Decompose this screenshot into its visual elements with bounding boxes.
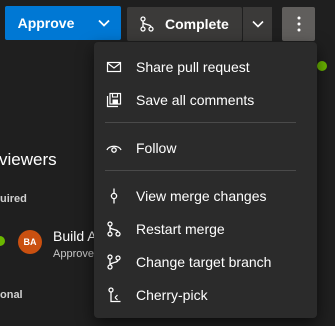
- branch-icon: [106, 220, 122, 237]
- approved-status-dot: [0, 236, 5, 246]
- eye-icon: [106, 140, 122, 156]
- menu-item-label: Cherry-pick: [136, 286, 208, 303]
- pull-request-icon: [140, 16, 154, 32]
- complete-button[interactable]: Complete: [127, 7, 242, 41]
- menu-item-label: View merge changes: [136, 187, 267, 204]
- menu-divider: [105, 170, 296, 171]
- required-label: uired: [0, 193, 27, 205]
- save-all-icon: [106, 92, 122, 108]
- complete-dropdown-button[interactable]: [242, 7, 272, 41]
- avatar: BA: [18, 230, 42, 254]
- menu-item-label: Restart merge: [136, 220, 225, 237]
- menu-item-label: Change target branch: [136, 253, 272, 270]
- chevron-down-icon: [98, 19, 110, 27]
- menu-item-follow[interactable]: Follow: [94, 131, 317, 164]
- menu-item-label: Follow: [136, 139, 177, 156]
- status-dot: [317, 61, 327, 71]
- menu-item-restart-merge[interactable]: Restart merge: [94, 212, 317, 245]
- menu-item-change-target-branch[interactable]: Change target branch: [94, 245, 317, 278]
- more-actions-button[interactable]: [282, 7, 315, 41]
- optional-label: onal: [0, 289, 23, 301]
- more-actions-menu: Share pull request Save all comments Fol…: [94, 42, 317, 318]
- chevron-down-icon: [251, 20, 264, 28]
- complete-label: Complete: [165, 16, 229, 32]
- menu-item-label: Share pull request: [136, 58, 250, 75]
- reviewer-name[interactable]: Build A: [53, 228, 97, 244]
- menu-item-cherry-pick[interactable]: Cherry-pick: [94, 278, 317, 311]
- cherry-pick-icon: [106, 286, 122, 303]
- mail-icon: [106, 59, 122, 75]
- more-vertical-icon: [297, 16, 300, 32]
- menu-divider: [105, 122, 296, 123]
- approve-button-group: Approve: [5, 6, 121, 40]
- change-branch-icon: [106, 253, 122, 270]
- menu-item-label: Save all comments: [136, 91, 255, 108]
- menu-item-save-all-comments[interactable]: Save all comments: [94, 83, 317, 116]
- commit-icon: [106, 188, 122, 204]
- approve-button[interactable]: Approve: [5, 15, 87, 31]
- reviewer-status: Approve: [53, 248, 94, 260]
- menu-item-view-merge-changes[interactable]: View merge changes: [94, 179, 317, 212]
- approve-dropdown-button[interactable]: [87, 6, 121, 40]
- reviewers-header: viewers: [0, 150, 57, 169]
- menu-item-share-pull-request[interactable]: Share pull request: [94, 50, 317, 83]
